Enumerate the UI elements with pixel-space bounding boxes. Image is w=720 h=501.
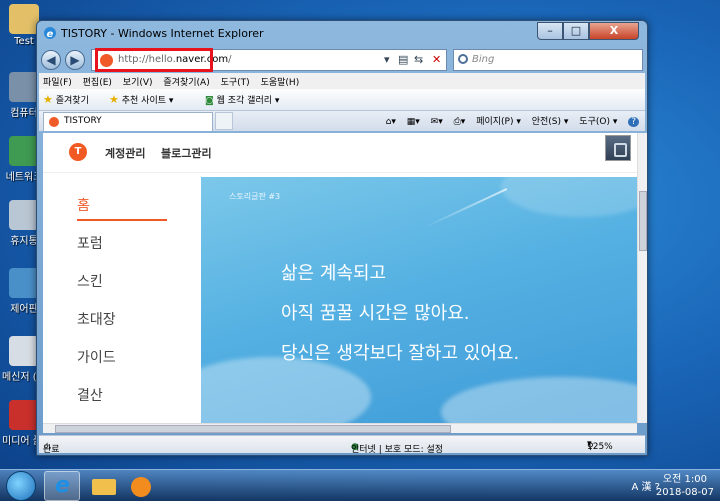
nav-item-report[interactable]: 결산 xyxy=(77,385,177,423)
clock-time: 오전 1:00 xyxy=(662,474,707,485)
site-side-nav: 홈 포럼 스킨 초대장 가이드 결산 xyxy=(77,195,177,423)
media-player-icon xyxy=(9,400,39,430)
home-icon[interactable]: ⌂▾ xyxy=(386,117,396,127)
blog-admin-link[interactable]: 블로그관리 xyxy=(161,145,212,161)
computer-icon xyxy=(9,72,39,102)
search-icon xyxy=(458,54,468,64)
safety-menu[interactable]: 안전(S) ▾ xyxy=(532,117,569,127)
search-placeholder: Bing xyxy=(472,54,495,65)
status-bar: ⚠ 완료 ● 인터넷 | 보호 모드: 설정 ⚲ 125% ▾ xyxy=(39,435,645,455)
maximize-button[interactable]: □ xyxy=(563,22,589,40)
banner-tag: 스토리글판 #3 xyxy=(229,192,281,201)
recycle-bin-icon xyxy=(9,200,39,230)
taskbar: A 漢 ? 오전 1:00 2018-08-07 xyxy=(0,469,720,501)
menu-favorites[interactable]: 즐겨찾기(A) xyxy=(159,73,213,90)
menu-help[interactable]: 도움말(H) xyxy=(257,73,304,90)
tistory-logo[interactable]: T xyxy=(69,143,87,161)
forward-button[interactable]: ▶ xyxy=(65,50,85,70)
banner-line-2: 아직 꿈꿀 시간은 많아요. xyxy=(281,303,470,324)
svg-text:e: e xyxy=(47,29,54,40)
star-icon: ★ xyxy=(43,93,53,106)
mail-icon[interactable]: ✉▾ xyxy=(431,117,443,127)
profile-avatar[interactable] xyxy=(605,135,631,161)
url-highlight-box xyxy=(95,48,213,72)
favorites-button[interactable]: ★ 즐겨찾기 xyxy=(43,93,89,106)
horizontal-scroll-thumb[interactable] xyxy=(55,425,451,433)
window-title: TISTORY - Windows Internet Explorer xyxy=(61,27,264,40)
zoom-level[interactable]: ⚲ 125% ▾ xyxy=(587,439,613,452)
tools-menu[interactable]: 도구(O) ▾ xyxy=(579,117,617,127)
network-icon xyxy=(9,136,39,166)
stop-icon[interactable]: ✕ xyxy=(432,53,441,66)
feeds-icon[interactable]: ▦▾ xyxy=(407,117,420,127)
help-icon[interactable]: ? xyxy=(628,117,639,127)
nav-item-guide[interactable]: 가이드 xyxy=(77,347,177,385)
refresh-icon[interactable]: ⇆ xyxy=(414,53,423,66)
messenger-icon xyxy=(9,336,39,366)
tab-tistory[interactable]: TISTORY xyxy=(43,112,213,131)
site-header: T 계정관리 블로그관리 xyxy=(43,133,637,173)
vertical-scrollbar[interactable] xyxy=(637,133,647,423)
minimize-button[interactable]: – xyxy=(537,22,563,40)
tab-row: TISTORY ⌂▾ ▦▾ ✉▾ ⎙▾ 페이지(P) ▾ 안전(S) ▾ 도구(… xyxy=(39,111,645,131)
clock[interactable]: 오전 1:00 2018-08-07 xyxy=(656,473,714,499)
back-button[interactable]: ◀ xyxy=(41,50,61,70)
title-bar[interactable]: e TISTORY - Windows Internet Explorer – … xyxy=(37,21,647,45)
compat-view-icon[interactable]: ▾ xyxy=(384,53,390,66)
suggested-sites-button[interactable]: ★ 추천 사이트 ▾ xyxy=(109,93,173,106)
browser-window: e TISTORY - Windows Internet Explorer – … xyxy=(36,20,648,456)
menu-view[interactable]: 보기(V) xyxy=(119,73,157,90)
vertical-scroll-thumb[interactable] xyxy=(639,191,647,251)
nav-item-home[interactable]: 홈 xyxy=(77,195,167,221)
ie-icon: e xyxy=(44,27,56,40)
menu-tools[interactable]: 도구(T) xyxy=(217,73,254,90)
control-panel-icon xyxy=(9,268,39,298)
menu-file[interactable]: 파일(F) xyxy=(39,73,76,90)
taskbar-media-icon[interactable] xyxy=(124,471,160,501)
taskbar-ie-icon[interactable] xyxy=(44,471,80,501)
nav-item-skin[interactable]: 스킨 xyxy=(77,271,177,309)
horizontal-scrollbar[interactable] xyxy=(43,423,637,433)
menu-edit[interactable]: 편집(E) xyxy=(79,73,116,90)
page-content: T 계정관리 블로그관리 홈 포럼 스킨 초대장 가이드 결산 스토리글판 #3… xyxy=(43,133,637,423)
tab-favicon-icon xyxy=(49,117,59,127)
nav-item-forum[interactable]: 포럼 xyxy=(77,233,177,271)
folder-icon xyxy=(9,4,39,34)
nav-item-invite[interactable]: 초대장 xyxy=(77,309,177,347)
clock-date: 2018-08-07 xyxy=(655,487,714,498)
search-input[interactable]: Bing xyxy=(453,49,643,71)
add-favorite-icon: ★ xyxy=(109,93,119,106)
web-slice-gallery-button[interactable]: ◙ 웹 조각 갤러리 ▾ xyxy=(205,93,279,106)
navigation-row: ◀ ▶ http://hello.naver.com/ ▾ ▤ ⇆ ✕ Bing xyxy=(41,48,643,72)
taskbar-explorer-icon[interactable] xyxy=(86,471,122,501)
close-button[interactable]: X xyxy=(589,22,639,40)
account-link[interactable]: 계정관리 xyxy=(105,145,145,161)
print-icon[interactable]: ⎙▾ xyxy=(454,117,466,127)
command-bar: ⌂▾ ▦▾ ✉▾ ⎙▾ 페이지(P) ▾ 안전(S) ▾ 도구(O) ▾ ? xyxy=(378,114,639,127)
gallery-icon: ◙ xyxy=(205,96,214,106)
start-button[interactable] xyxy=(6,471,36,501)
new-tab-button[interactable] xyxy=(215,112,233,130)
page-menu[interactable]: 페이지(P) ▾ xyxy=(476,117,521,127)
favorites-bar: ★ 즐겨찾기 ★ 추천 사이트 ▾ ◙ 웹 조각 갤러리 ▾ xyxy=(39,89,645,111)
banner-line-3: 당신은 생각보다 잘하고 있어요. xyxy=(281,343,520,364)
menu-bar: 파일(F) 편집(E) 보기(V) 즐겨찾기(A) 도구(T) 도움말(H) xyxy=(39,73,645,89)
banner-line-1: 삶은 계속되고 xyxy=(281,263,387,284)
story-banner[interactable]: 스토리글판 #3 삶은 계속되고 아직 꿈꿀 시간은 많아요. 당신은 생각보다… xyxy=(201,177,637,423)
page-icon[interactable]: ▤ xyxy=(398,53,408,66)
tab-label: TISTORY xyxy=(64,116,102,126)
